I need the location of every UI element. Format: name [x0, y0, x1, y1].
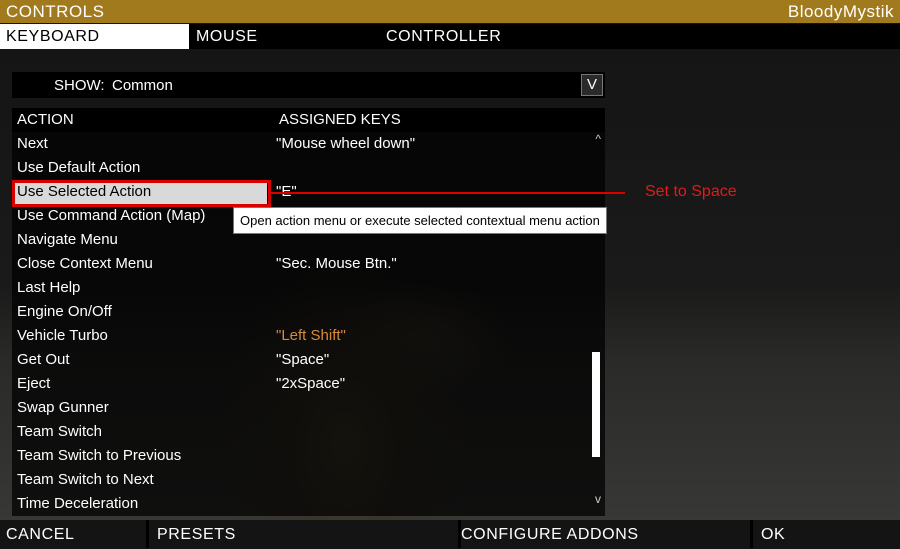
cancel-button[interactable]: CANCEL — [0, 520, 146, 548]
table-row[interactable]: Team Switch to Next — [12, 468, 590, 492]
action-label: Use Command Action (Map) — [17, 207, 206, 224]
action-label: Navigate Menu — [17, 231, 118, 248]
action-label: Vehicle Turbo — [17, 327, 108, 344]
scroll-up-arrow-icon[interactable]: ^ — [595, 132, 601, 146]
title-bar: CONTROLS BloodyMystik — [0, 0, 900, 23]
tab-bar: KEYBOARD MOUSE CONTROLLER — [0, 24, 900, 49]
show-value[interactable]: Common — [112, 77, 173, 94]
action-label: Next — [17, 135, 48, 152]
annotation-note: Set to Space — [645, 183, 737, 200]
table-row[interactable]: Vehicle Turbo "Left Shift" — [12, 324, 590, 348]
action-label: Engine On/Off — [17, 303, 112, 320]
tab-mouse[interactable]: MOUSE — [196, 24, 258, 49]
tab-keyboard[interactable]: KEYBOARD — [0, 24, 189, 49]
action-label: Time Deceleration — [17, 495, 139, 512]
action-label: Team Switch — [17, 423, 103, 440]
show-filter[interactable]: SHOW: Common V — [12, 72, 605, 98]
scroll-down-arrow-icon[interactable]: v — [595, 492, 601, 506]
action-label: Use Default Action — [17, 159, 141, 176]
bottom-button-bar: CANCEL PRESETS CONFIGURE ADDONS OK — [0, 520, 900, 548]
assigned-key: "Space" — [276, 351, 330, 368]
table-row[interactable]: Swap Gunner — [12, 396, 590, 420]
table-row[interactable]: Eject "2xSpace" — [12, 372, 590, 396]
ok-button[interactable]: OK — [753, 520, 900, 548]
list-header: ACTION ASSIGNED KEYS — [12, 108, 605, 132]
tab-controller[interactable]: CONTROLLER — [386, 24, 501, 49]
action-tooltip: Open action menu or execute selected con… — [233, 207, 607, 234]
assigned-key-highlighted: "Left Shift" — [276, 327, 346, 344]
table-row[interactable]: Team Switch to Previous — [12, 444, 590, 468]
presets-button[interactable]: PRESETS — [149, 520, 458, 548]
table-row[interactable]: Time Deceleration — [12, 492, 590, 516]
scrollbar-thumb[interactable] — [592, 352, 600, 457]
header-action: ACTION — [17, 111, 74, 128]
action-label: Last Help — [17, 279, 81, 296]
action-label: Eject — [17, 375, 51, 392]
action-label: Team Switch to Next — [17, 471, 154, 488]
action-label: Swap Gunner — [17, 399, 109, 416]
table-row[interactable]: Last Help — [12, 276, 590, 300]
show-label: SHOW: — [54, 77, 105, 94]
table-row[interactable]: Engine On/Off — [12, 300, 590, 324]
action-label: Get Out — [17, 351, 70, 368]
assigned-key: "Mouse wheel down" — [276, 135, 416, 152]
profile-name: BloodyMystik — [787, 1, 894, 21]
assigned-key: "Sec. Mouse Btn." — [276, 255, 397, 272]
table-row[interactable]: Close Context Menu "Sec. Mouse Btn." — [12, 252, 590, 276]
window-title: CONTROLS — [6, 1, 105, 21]
header-assigned-keys: ASSIGNED KEYS — [279, 111, 401, 128]
table-row[interactable]: Next "Mouse wheel down" — [12, 132, 590, 156]
configure-addons-button[interactable]: CONFIGURE ADDONS — [461, 520, 750, 548]
action-label: Team Switch to Previous — [17, 447, 182, 464]
action-label: Close Context Menu — [17, 255, 153, 272]
chevron-down-icon[interactable]: V — [581, 74, 603, 96]
assigned-key: "2xSpace" — [276, 375, 346, 392]
annotation-highlight-box — [12, 180, 271, 207]
annotation-pointer-line — [271, 192, 625, 194]
table-row[interactable]: Use Default Action — [12, 156, 590, 180]
table-row[interactable]: Team Switch — [12, 420, 590, 444]
table-row[interactable]: Get Out "Space" — [12, 348, 590, 372]
controls-list[interactable]: ACTION ASSIGNED KEYS Next "Mouse wheel d… — [12, 108, 605, 516]
